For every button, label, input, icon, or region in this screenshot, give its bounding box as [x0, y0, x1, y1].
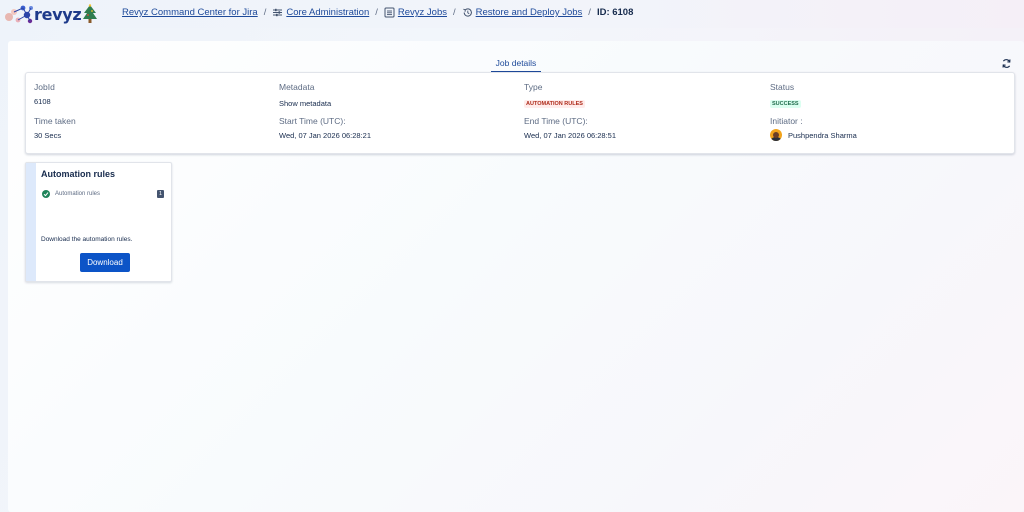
revyz-logo[interactable]: revyz	[4, 2, 100, 26]
initiator-user: Pushpendra Sharma	[770, 129, 857, 141]
time-taken-field: Time taken 30 Secs	[34, 116, 76, 140]
job-id-field: JobId 6108	[34, 82, 55, 106]
logo-text: revyz	[34, 4, 82, 24]
tab-job-details[interactable]: Job details	[490, 55, 542, 73]
breadcrumb-revyz-jobs[interactable]: Revyz Jobs	[398, 7, 447, 18]
job-id-label: JobId	[34, 82, 55, 92]
tree-icon	[83, 4, 98, 23]
breadcrumb-separator: /	[263, 7, 267, 18]
status-label: Status	[770, 82, 795, 92]
history-icon	[462, 7, 473, 18]
breadcrumb-current: ID: 6108	[596, 7, 634, 18]
end-time-field: End Time (UTC): Wed, 07 Jan 2026 06:28:5…	[524, 116, 616, 140]
tab-bar: Job details	[8, 55, 1024, 73]
breadcrumb-restore-deploy-jobs[interactable]: Restore and Deploy Jobs	[476, 7, 583, 18]
job-details-card: JobId 6108 Metadata Show metadata Type A…	[25, 72, 1015, 154]
start-time-value: Wed, 07 Jan 2026 06:28:21	[279, 131, 372, 140]
top-bar: revyz Revyz Command Center for Jira / Co…	[0, 0, 1024, 28]
automation-card-title: Automation rules	[41, 169, 116, 179]
avatar	[770, 129, 782, 141]
success-check-icon	[42, 190, 50, 198]
initiator-label: Initiator :	[770, 116, 803, 126]
list-icon	[384, 7, 395, 18]
automation-item-label: Automation rules	[55, 191, 101, 197]
end-time-label: End Time (UTC):	[524, 116, 588, 126]
breadcrumb: Revyz Command Center for Jira / Core Adm…	[122, 7, 633, 18]
time-taken-label: Time taken	[34, 116, 76, 126]
breadcrumb-separator: /	[452, 7, 456, 18]
job-id-value: 6108	[34, 97, 51, 106]
type-field: Type AUTOMATION RULES	[524, 82, 585, 110]
initiator-name: Pushpendra Sharma	[788, 130, 857, 140]
automation-description: Download the automation rules.	[41, 236, 133, 243]
start-time-field: Start Time (UTC): Wed, 07 Jan 2026 06:28…	[279, 116, 371, 140]
breadcrumb-command-center[interactable]: Revyz Command Center for Jira	[122, 7, 258, 18]
metadata-label: Metadata	[279, 82, 315, 92]
metadata-field: Metadata Show metadata	[279, 82, 331, 108]
initiator-field: Initiator : Pushpendra Sharma	[770, 116, 857, 141]
end-time-value: Wed, 07 Jan 2026 06:28:51	[524, 131, 617, 140]
type-lozenge: AUTOMATION RULES	[524, 100, 585, 108]
refresh-icon	[1002, 58, 1010, 68]
type-label: Type	[524, 82, 543, 92]
refresh-button[interactable]	[1000, 57, 1012, 69]
automation-rules-card: Automation rules Automation rules 1 Down…	[25, 162, 172, 282]
show-metadata-link[interactable]: Show metadata	[279, 99, 331, 108]
status-badge: SUCCESS	[770, 100, 801, 108]
count-badge: 1	[156, 190, 164, 198]
start-time-label: Start Time (UTC):	[279, 116, 346, 126]
card-accent-stripe	[26, 163, 36, 281]
main-panel: Job details JobId 6108 Metadata Show met…	[8, 41, 1024, 512]
breadcrumb-core-administration[interactable]: Core Administration	[286, 7, 369, 18]
sliders-icon	[272, 7, 283, 18]
download-button[interactable]: Download	[80, 253, 130, 272]
status-field: Status SUCCESS	[770, 82, 801, 110]
breadcrumb-separator: /	[375, 7, 378, 18]
time-taken-value: 30 Secs	[34, 131, 62, 140]
breadcrumb-separator: /	[588, 7, 591, 18]
logo-molecule-icon	[5, 5, 33, 24]
automation-rules-item: Automation rules 1	[42, 188, 164, 200]
